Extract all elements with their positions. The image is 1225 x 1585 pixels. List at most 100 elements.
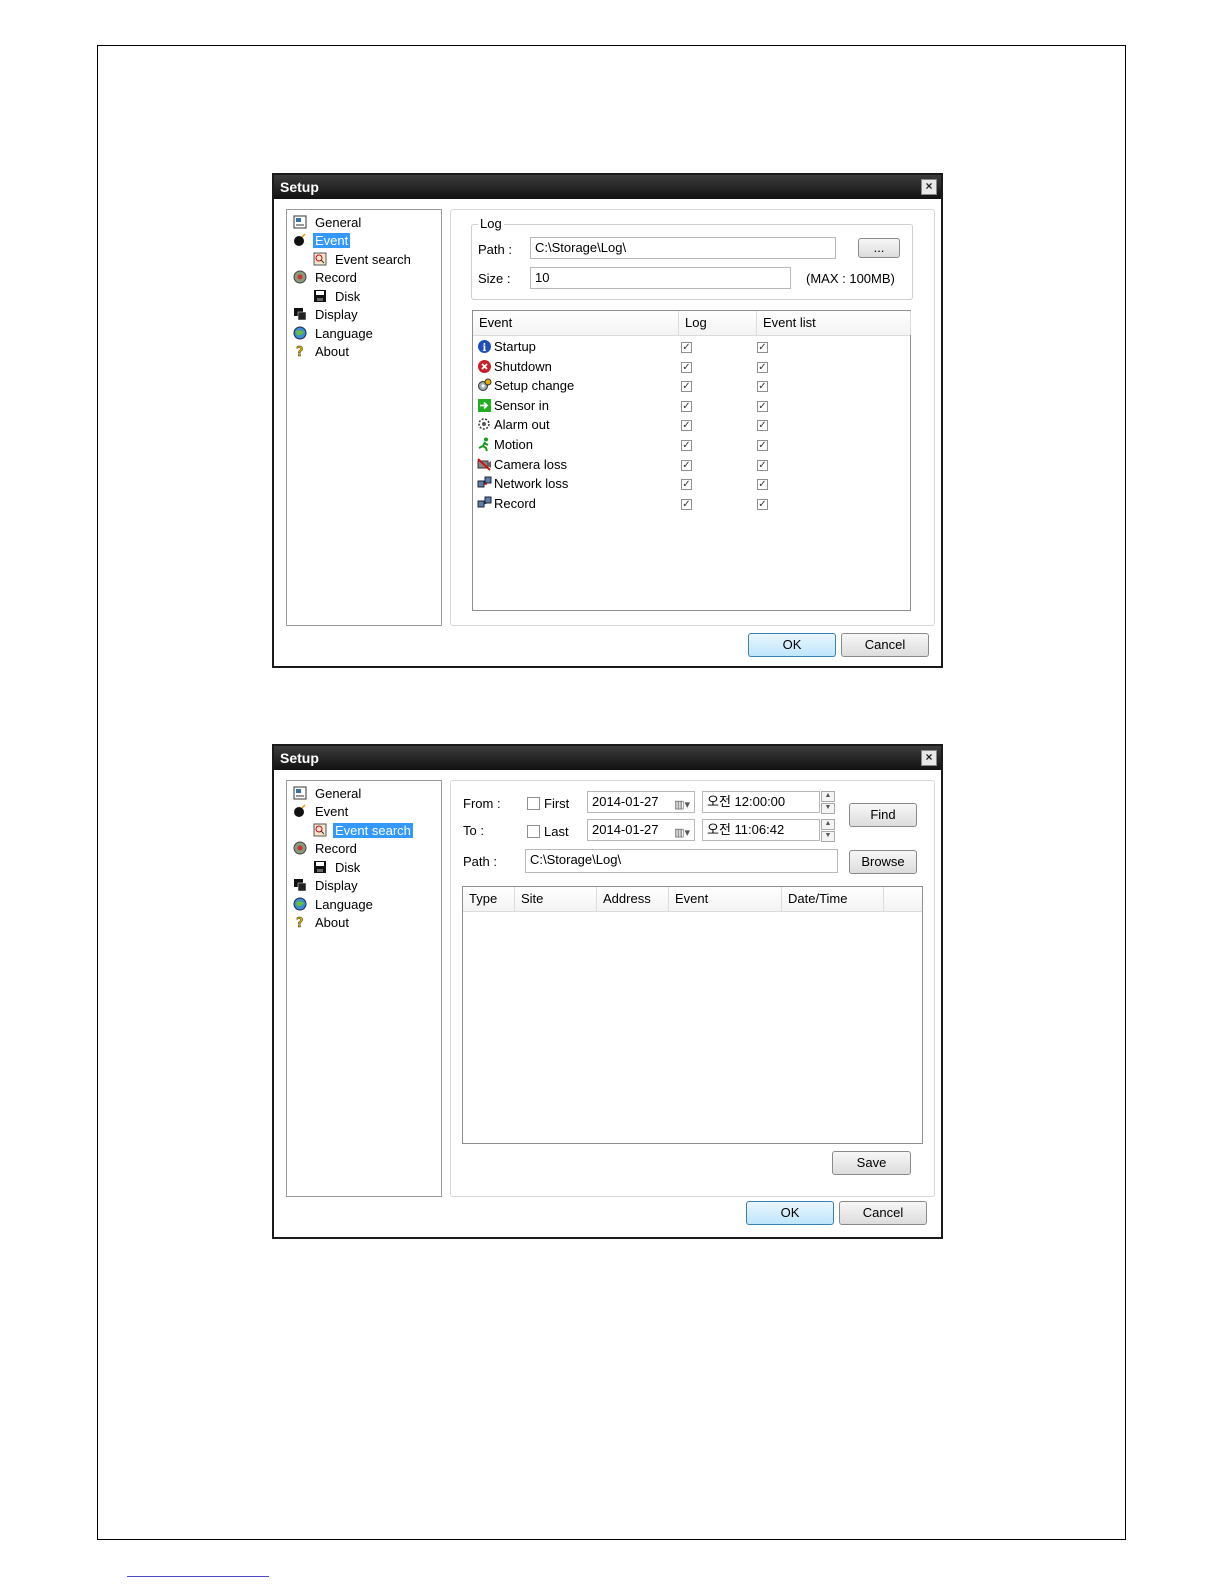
log-checkbox[interactable]: ✓ bbox=[681, 459, 692, 471]
log-checkbox[interactable]: ✓ bbox=[681, 381, 692, 393]
column-log[interactable]: Log bbox=[679, 311, 757, 335]
column-event[interactable]: Event bbox=[669, 887, 782, 911]
browse-button[interactable]: Browse bbox=[849, 850, 917, 874]
tree-item-label: Disk bbox=[335, 860, 361, 875]
tree-item-about[interactable]: ? About bbox=[293, 343, 351, 361]
bomb-icon bbox=[293, 233, 307, 247]
spin-down-icon[interactable]: ▼ bbox=[821, 803, 835, 814]
cancel-button[interactable]: Cancel bbox=[839, 1201, 927, 1225]
motion-icon bbox=[477, 437, 492, 452]
to-date-field[interactable]: 2014-01-27 ▥▾ bbox=[587, 819, 695, 841]
list-item[interactable]: Alarm out bbox=[477, 415, 550, 435]
list-item[interactable]: Setup change bbox=[477, 376, 574, 396]
spin-down-icon[interactable]: ▼ bbox=[821, 831, 835, 842]
log-checkbox[interactable]: ✓ bbox=[681, 342, 692, 353]
tree-item-disk[interactable]: Disk bbox=[313, 859, 362, 877]
list-item[interactable]: Shutdown bbox=[477, 357, 552, 377]
log-checkbox[interactable]: ✓ bbox=[681, 420, 692, 432]
log-checkbox[interactable]: ✓ bbox=[681, 479, 692, 491]
event-list-checkbox[interactable]: ✓ bbox=[757, 479, 768, 491]
list-item[interactable]: i Startup bbox=[477, 337, 536, 357]
spin-up-icon[interactable]: ▲ bbox=[821, 791, 835, 802]
path-label: Path : bbox=[478, 242, 512, 257]
list-item[interactable]: Record bbox=[477, 494, 536, 514]
sensor-icon bbox=[477, 398, 492, 413]
save-button[interactable]: Save bbox=[832, 1151, 911, 1175]
question-icon: ? bbox=[293, 915, 307, 931]
event-name: Startup bbox=[494, 339, 536, 354]
column-date-time[interactable]: Date/Time bbox=[782, 887, 884, 911]
first-checkbox[interactable]: First bbox=[527, 796, 569, 811]
tree-item-display[interactable]: Display bbox=[293, 877, 360, 895]
max-size-note: (MAX : 100MB) bbox=[806, 271, 895, 286]
event-list-checkbox[interactable]: ✓ bbox=[757, 361, 768, 373]
tree-item-general[interactable]: General bbox=[293, 785, 363, 803]
log-checkbox[interactable]: ✓ bbox=[681, 361, 692, 373]
event-list-checkbox[interactable]: ✓ bbox=[757, 498, 768, 510]
column-address[interactable]: Address bbox=[597, 887, 669, 911]
event-search-panel: From : First 2014-01-27 ▥▾ 오전 12:00:00 ▲… bbox=[450, 780, 935, 1197]
close-button[interactable]: × bbox=[921, 750, 937, 766]
column-site[interactable]: Site bbox=[515, 887, 597, 911]
list-item[interactable]: Network loss bbox=[477, 474, 568, 494]
calendar-dropdown-icon[interactable]: ▥▾ bbox=[674, 795, 690, 812]
ok-button[interactable]: OK bbox=[746, 1201, 834, 1225]
tree-item-language[interactable]: Language bbox=[293, 325, 375, 343]
browse-button[interactable]: ... bbox=[858, 238, 900, 258]
column-event-list[interactable]: Event list bbox=[757, 311, 911, 335]
ok-button[interactable]: OK bbox=[748, 633, 836, 657]
spin-up-icon[interactable]: ▲ bbox=[821, 819, 835, 830]
network-loss-icon bbox=[477, 476, 492, 491]
to-time-field[interactable]: 오전 11:06:42 bbox=[702, 819, 820, 841]
tree-item-record[interactable]: Record bbox=[293, 269, 359, 287]
column-type[interactable]: Type bbox=[463, 887, 515, 911]
tree-item-event[interactable]: Event bbox=[293, 803, 350, 821]
calendar-dropdown-icon[interactable]: ▥▾ bbox=[674, 823, 690, 840]
tree-item-event-search[interactable]: Event search bbox=[313, 251, 413, 269]
event-list-checkbox[interactable]: ✓ bbox=[757, 342, 768, 353]
tree-item-event[interactable]: Event bbox=[293, 232, 351, 250]
list-item[interactable]: Camera loss bbox=[477, 455, 567, 475]
checkbox-box[interactable] bbox=[527, 797, 540, 810]
event-list-checkbox[interactable]: ✓ bbox=[757, 440, 768, 451]
dialog-titlebar: Setup × bbox=[274, 746, 941, 770]
tree-item-record[interactable]: Record bbox=[293, 840, 359, 858]
tree-item-general[interactable]: General bbox=[293, 214, 363, 232]
list-header: Type Site Address Event Date/Time bbox=[463, 887, 922, 912]
from-time-spinner[interactable]: ▲ ▼ bbox=[821, 791, 835, 814]
tree-item-event-search[interactable]: Event search bbox=[313, 822, 413, 840]
find-button[interactable]: Find bbox=[849, 803, 917, 827]
event-list-checkbox[interactable]: ✓ bbox=[757, 420, 768, 432]
tree-item-language[interactable]: Language bbox=[293, 896, 375, 914]
event-name: Camera loss bbox=[494, 456, 567, 472]
list-item[interactable]: Sensor in bbox=[477, 396, 549, 416]
event-list-checkbox[interactable]: ✓ bbox=[757, 381, 768, 393]
search-results-list: Type Site Address Event Date/Time bbox=[462, 886, 923, 1144]
svg-text:?: ? bbox=[296, 916, 304, 929]
log-size-field[interactable]: 10 bbox=[530, 267, 791, 289]
event-list-checkbox[interactable]: ✓ bbox=[757, 400, 768, 412]
log-path-field[interactable]: C:\Storage\Log\ bbox=[530, 237, 836, 259]
last-checkbox[interactable]: Last bbox=[527, 824, 569, 839]
from-date-field[interactable]: 2014-01-27 ▥▾ bbox=[587, 791, 695, 813]
column-event[interactable]: Event bbox=[473, 311, 679, 335]
tree-item-label: About bbox=[315, 915, 349, 930]
log-checkbox[interactable]: ✓ bbox=[681, 440, 692, 451]
tree-item-disk[interactable]: Disk bbox=[313, 288, 362, 306]
list-item[interactable]: Motion bbox=[477, 435, 533, 455]
event-name: Alarm out bbox=[494, 417, 550, 433]
tree-item-display[interactable]: Display bbox=[293, 306, 360, 324]
globe-icon bbox=[293, 897, 307, 911]
close-button[interactable]: × bbox=[921, 179, 937, 195]
tree-item-about[interactable]: ? About bbox=[293, 914, 351, 932]
from-time-field[interactable]: 오전 12:00:00 bbox=[702, 791, 820, 813]
path-field[interactable]: C:\Storage\Log\ bbox=[525, 849, 838, 873]
cancel-button[interactable]: Cancel bbox=[841, 633, 929, 657]
log-checkbox[interactable]: ✓ bbox=[681, 498, 692, 510]
event-list-checkbox[interactable]: ✓ bbox=[757, 459, 768, 471]
record-icon bbox=[293, 841, 307, 855]
to-time-spinner[interactable]: ▲ ▼ bbox=[821, 819, 835, 842]
checkbox-box[interactable] bbox=[527, 825, 540, 838]
log-checkbox[interactable]: ✓ bbox=[681, 400, 692, 412]
footer-link-underline bbox=[127, 1576, 269, 1577]
